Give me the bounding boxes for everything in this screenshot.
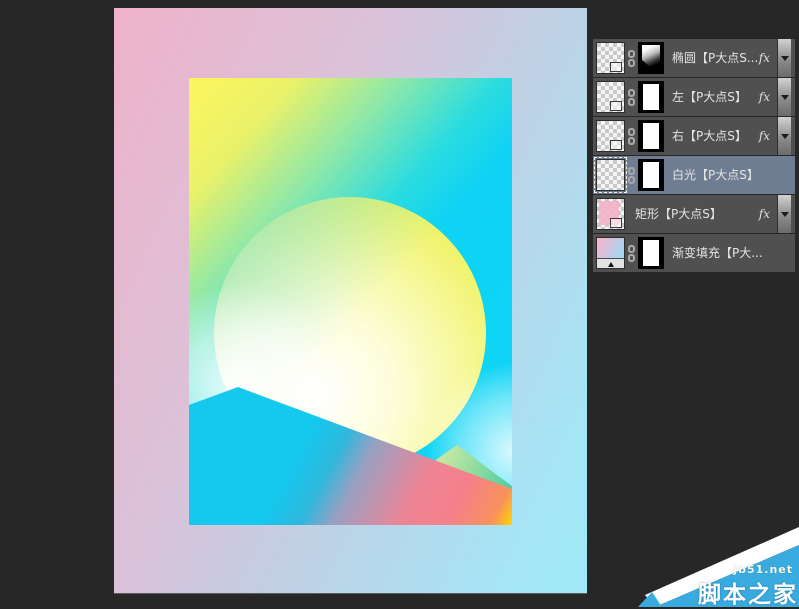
layer-thumbnail[interactable] bbox=[596, 120, 625, 152]
gradient-slider-bar bbox=[597, 258, 624, 268]
layer-row-gradient-fill[interactable]: 渐变填充【P大... bbox=[593, 234, 795, 272]
layer-thumbnail[interactable] bbox=[596, 42, 625, 74]
fx-icon[interactable]: fx bbox=[759, 129, 770, 143]
link-icon[interactable] bbox=[628, 167, 635, 184]
white-mask-art bbox=[643, 162, 659, 188]
watermark-brand-name: 脚本之家 bbox=[698, 575, 798, 609]
chevron-down-icon bbox=[781, 95, 789, 100]
watermark: jb51.net 脚本之家 bbox=[628, 520, 799, 607]
layer-thumbnail[interactable] bbox=[596, 159, 625, 191]
layer-label[interactable]: 白光【P大点S】 bbox=[672, 168, 791, 182]
layer-label[interactable]: 椭圆【P大点S... bbox=[672, 51, 759, 65]
fx-icon[interactable]: fx bbox=[759, 90, 770, 104]
gradient-fill-thumbnail[interactable] bbox=[596, 237, 625, 269]
layer-row-ellipse[interactable]: 椭圆【P大点S... fx bbox=[593, 39, 795, 77]
white-mask-art bbox=[643, 240, 659, 266]
chevron-down-icon bbox=[781, 56, 789, 61]
layer-mask-thumbnail[interactable] bbox=[638, 237, 664, 269]
layer-label[interactable]: 左【P大点S】 bbox=[672, 90, 759, 104]
vector-mask-badge-icon bbox=[610, 101, 622, 111]
layer-mask-thumbnail[interactable] bbox=[638, 120, 664, 152]
chevron-down-icon bbox=[781, 212, 789, 217]
white-mask-art bbox=[643, 123, 659, 149]
layer-label[interactable]: 渐变填充【P大... bbox=[672, 246, 791, 260]
layer-thumbnail[interactable] bbox=[596, 81, 625, 113]
layer-thumbnail[interactable] bbox=[596, 198, 625, 230]
gradient-mask-art bbox=[642, 45, 660, 71]
gradient-stop-icon bbox=[608, 262, 614, 267]
layer-row-right[interactable]: 右【P大点S】 fx bbox=[593, 117, 795, 155]
layer-label[interactable]: 矩形【P大点S】 bbox=[635, 207, 759, 221]
layer-mask-thumbnail[interactable] bbox=[638, 81, 664, 113]
layer-row-rectangle[interactable]: 矩形【P大点S】 fx bbox=[593, 195, 795, 233]
effects-expand-button[interactable] bbox=[777, 78, 791, 116]
vector-mask-badge-icon bbox=[610, 140, 622, 150]
effects-expand-button[interactable] bbox=[777, 117, 791, 155]
layer-mask-thumbnail[interactable] bbox=[638, 159, 664, 191]
layer-label[interactable]: 右【P大点S】 bbox=[672, 129, 759, 143]
link-icon[interactable] bbox=[628, 128, 635, 145]
effects-expand-button[interactable] bbox=[777, 195, 791, 233]
document-artboard bbox=[114, 8, 587, 593]
link-icon[interactable] bbox=[628, 50, 635, 67]
fx-icon[interactable]: fx bbox=[759, 51, 770, 65]
gradient-art bbox=[597, 238, 624, 258]
vector-mask-badge-icon bbox=[610, 218, 622, 228]
effects-expand-button[interactable] bbox=[777, 39, 791, 77]
layers-panel: 椭圆【P大点S... fx 左【P大点S】 fx 右【P bbox=[593, 39, 795, 273]
link-icon[interactable] bbox=[628, 245, 635, 262]
layer-row-left[interactable]: 左【P大点S】 fx bbox=[593, 78, 795, 116]
chevron-down-icon bbox=[781, 134, 789, 139]
photoshop-workspace: { "layers_panel": { "rows": [ { "label":… bbox=[0, 0, 799, 607]
layer-mask-thumbnail[interactable] bbox=[638, 42, 664, 74]
layer-row-white-light[interactable]: 白光【P大点S】 bbox=[593, 156, 795, 194]
vector-mask-badge-icon bbox=[610, 62, 622, 72]
poster-artwork bbox=[189, 78, 512, 525]
link-icon[interactable] bbox=[628, 89, 635, 106]
white-mask-art bbox=[643, 84, 659, 110]
fx-icon[interactable]: fx bbox=[759, 207, 770, 221]
